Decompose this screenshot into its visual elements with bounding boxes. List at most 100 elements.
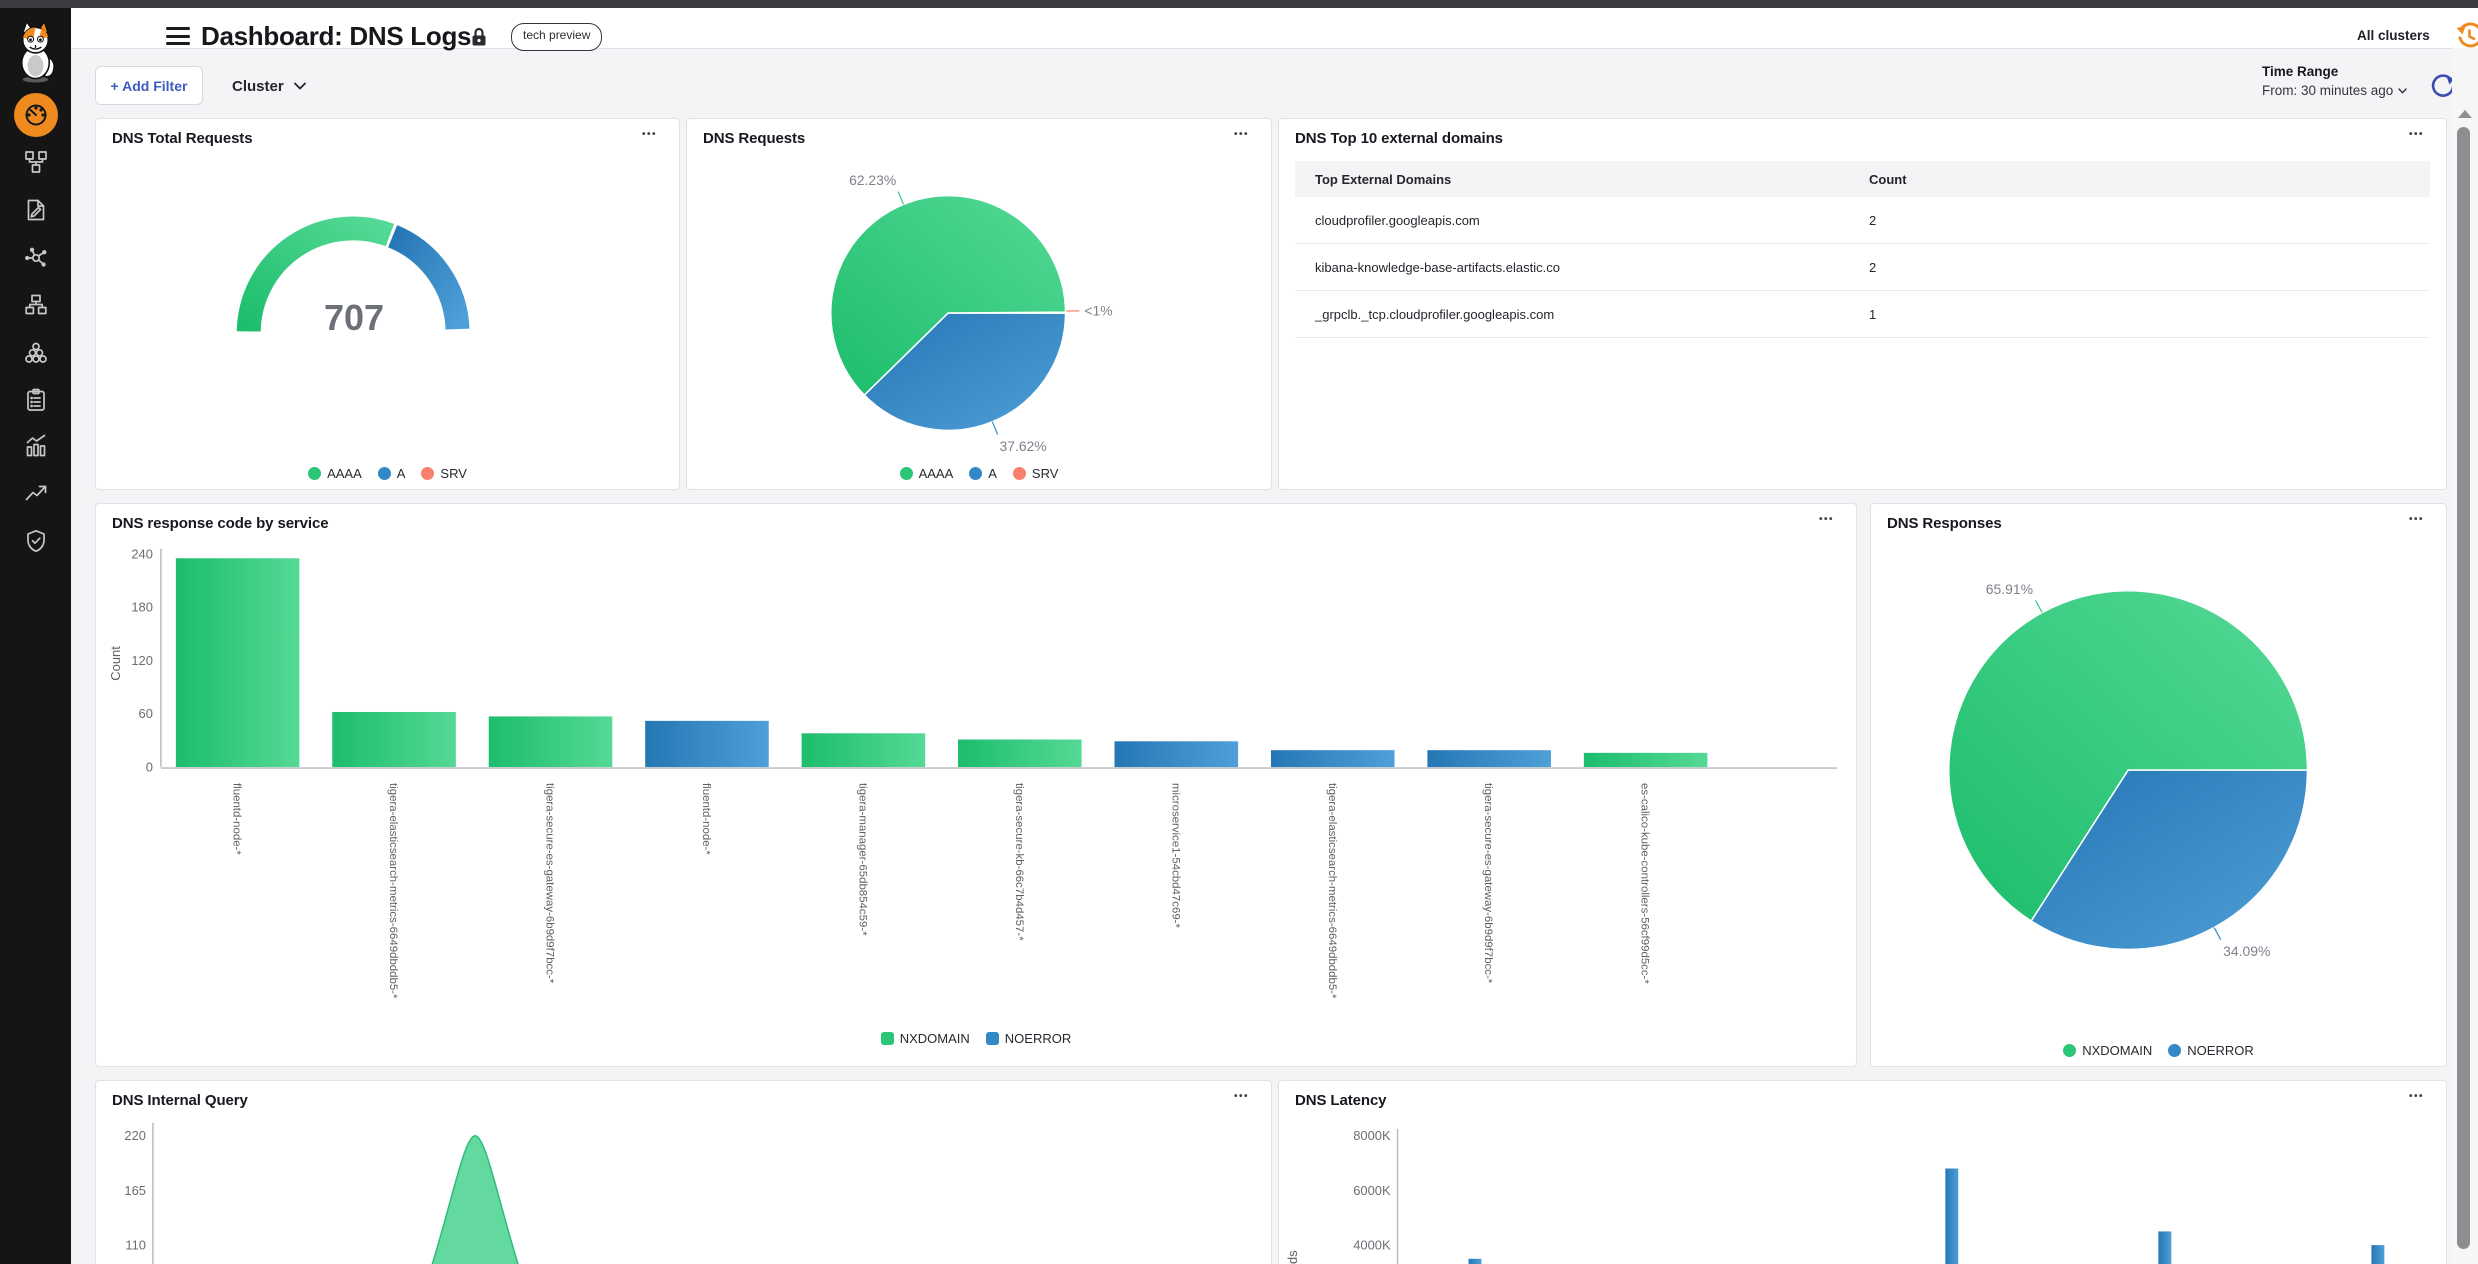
network-graph-icon (23, 245, 49, 271)
history-icon[interactable] (2455, 22, 2478, 50)
svg-text:62.23%: 62.23% (849, 172, 896, 188)
svg-text:tigera-elasticsearch-metrics-6: tigera-elasticsearch-metrics-6649dbddb5-… (387, 783, 399, 999)
svg-text:8000K: 8000K (1353, 1128, 1391, 1143)
gauge-total-value: 707 (274, 297, 434, 339)
pie-chart[interactable]: 34.09% 65.91% (1871, 504, 2446, 1066)
legend-swatch (1013, 467, 1026, 480)
panel-title: DNS Top 10 external domains (1295, 130, 1503, 147)
legend-swatch (986, 1032, 999, 1045)
gauge-icon (23, 102, 49, 128)
sidebar-item-policies[interactable] (14, 188, 58, 232)
table-row: _grpclb._tcp.cloudprofiler.googleapis.co… (1295, 291, 2430, 338)
sidebar-item-threat-defense[interactable] (14, 519, 58, 563)
calico-cat-logo (6, 18, 65, 84)
svg-text:tigera-secure-es-gateway-6b9d9: tigera-secure-es-gateway-6b9d9f7bcc-* (1482, 783, 1494, 984)
flow-graph-icon (23, 149, 49, 175)
legend-item[interactable]: SRV (421, 466, 467, 481)
area-chart[interactable]: 220165110 (96, 1081, 1271, 1264)
sidebar-item-dashboard[interactable] (14, 93, 58, 137)
legend-swatch (308, 467, 321, 480)
svg-text:110: 110 (125, 1238, 146, 1253)
table-row: kibana-knowledge-base-artifacts.elastic.… (1295, 244, 2430, 291)
svg-text:Count: Count (108, 646, 123, 681)
legend-item[interactable]: AAAA (308, 466, 362, 481)
svg-text:<1%: <1% (1084, 303, 1112, 319)
bar-chart[interactable]: 8000K 6000K 4000K Nanoseconds (1279, 1081, 2446, 1264)
panel-dns-top-domains: DNS Top 10 external domains ••• Top Exte… (1278, 118, 2447, 490)
chart-legend: NXDOMAIN NOERROR (1871, 1043, 2446, 1058)
sidebar-item-network[interactable] (14, 236, 58, 280)
domain-cell: _grpclb._tcp.cloudprofiler.googleapis.co… (1295, 307, 1869, 322)
svg-text:fluentd-node-*: fluentd-node-* (700, 783, 712, 855)
sidebar-item-service-graph[interactable] (14, 140, 58, 184)
cluster-filter-label: Cluster (232, 78, 284, 95)
panel-dns-requests: DNS Requests ••• <1%37.62%62.23% AAAA A … (686, 118, 1272, 490)
legend-item[interactable]: AAAA (900, 466, 954, 481)
legend-swatch (969, 467, 982, 480)
svg-text:0: 0 (146, 760, 153, 775)
svg-text:6000K: 6000K (1353, 1183, 1391, 1198)
svg-text:4000K: 4000K (1353, 1238, 1391, 1253)
legend-swatch (421, 467, 434, 480)
legend-swatch (2168, 1044, 2181, 1057)
svg-text:Nanoseconds: Nanoseconds (1285, 1250, 1300, 1264)
svg-text:tigera-secure-es-gateway-6b9d9: tigera-secure-es-gateway-6b9d9f7bcc-* (544, 783, 556, 984)
legend-item[interactable]: NOERROR (986, 1031, 1071, 1046)
svg-text:165: 165 (124, 1183, 146, 1198)
legend-item[interactable]: A (969, 466, 997, 481)
time-range-value[interactable]: From: 30 minutes ago (2262, 83, 2412, 98)
table-row: cloudprofiler.googleapis.com 2 (1295, 197, 2430, 244)
panel-dns-internal-query: DNS Internal Query ••• 220165110 (95, 1080, 1272, 1264)
legend-item[interactable]: NXDOMAIN (881, 1031, 970, 1046)
domains-table: Top External Domains Count cloudprofiler… (1295, 161, 2430, 338)
time-range-label: Time Range (2262, 64, 2412, 79)
count-cell: 2 (1869, 260, 2069, 275)
panel-dns-response-code: DNS response code by service ••• 0601201… (95, 503, 1857, 1067)
legend-swatch (881, 1032, 894, 1045)
page-scrollbar-thumb[interactable] (2457, 127, 2470, 1249)
legend-item[interactable]: NOERROR (2168, 1043, 2253, 1058)
panel-dns-latency: DNS Latency ••• 8000K6000K4000KNanosecon… (1278, 1080, 2447, 1264)
chart-legend: AAAA A SRV (96, 466, 679, 481)
svg-text:240: 240 (131, 546, 153, 561)
column-header: Count (1869, 172, 2069, 187)
domain-cell: kibana-knowledge-base-artifacts.elastic.… (1295, 260, 1869, 275)
svg-text:tigera-manager-65db854c59-*: tigera-manager-65db854c59-* (856, 783, 868, 936)
bar-chart[interactable]: 060120180240fluentd-node-*tigera-elastic… (96, 504, 1856, 1066)
chevron-down-icon (294, 82, 306, 90)
cluster-filter-dropdown[interactable]: Cluster (232, 74, 306, 98)
panel-menu-button[interactable]: ••• (2405, 125, 2428, 144)
svg-text:es-calico-kube-controllers-56c: es-calico-kube-controllers-56cf99d5cc-* (1639, 783, 1651, 984)
add-filter-button[interactable]: + Add Filter (95, 66, 203, 105)
sidebar-item-trends[interactable] (14, 471, 58, 515)
domain-cell: cloudprofiler.googleapis.com (1295, 213, 1869, 228)
count-cell: 1 (1869, 307, 2069, 322)
legend-item[interactable]: SRV (1013, 466, 1059, 481)
svg-text:65.91%: 65.91% (1986, 581, 2033, 597)
lock-icon (470, 27, 488, 47)
svg-text:fluentd-node-*: fluentd-node-* (231, 783, 243, 855)
menu-toggle-button[interactable] (166, 27, 190, 45)
svg-text:180: 180 (131, 600, 153, 615)
time-range-control: Time Range From: 30 minutes ago (2262, 64, 2412, 98)
sidebar (0, 8, 71, 1264)
tech-preview-badge: tech preview (511, 23, 602, 51)
table-header-row: Top External Domains Count (1295, 161, 2430, 197)
legend-swatch (378, 467, 391, 480)
svg-text:tigera-secure-kb-66c7b4d457-*: tigera-secure-kb-66c7b4d457-* (1013, 783, 1025, 941)
pie-chart[interactable]: <1%37.62%62.23% (687, 119, 1271, 489)
sidebar-item-clusters[interactable] (14, 331, 58, 375)
legend-swatch (900, 467, 913, 480)
legend-item[interactable]: NXDOMAIN (2063, 1043, 2152, 1058)
legend-item[interactable]: A (378, 466, 406, 481)
svg-text:120: 120 (131, 653, 153, 668)
scrollbar-up-arrow[interactable] (2458, 110, 2472, 118)
page-title: Dashboard: DNS Logs (201, 16, 471, 56)
chevron-down-icon (2398, 88, 2407, 94)
cluster-selector[interactable]: All clusters (2357, 16, 2430, 56)
sidebar-item-statistics[interactable] (14, 424, 58, 468)
sidebar-item-compliance[interactable] (14, 378, 58, 422)
cluster-circles-icon (23, 340, 49, 366)
sidebar-item-nodes[interactable] (14, 283, 58, 327)
svg-text:34.09%: 34.09% (2223, 943, 2270, 959)
